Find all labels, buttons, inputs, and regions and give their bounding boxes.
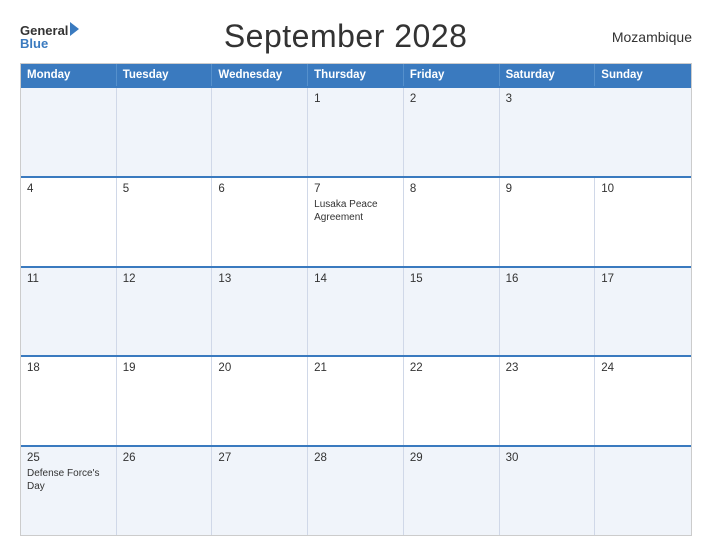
- calendar: Monday Tuesday Wednesday Thursday Friday…: [20, 63, 692, 536]
- weekday-friday: Friday: [404, 64, 500, 86]
- day-28: 28: [314, 452, 397, 464]
- page: General Blue September 2028 Mozambique M…: [0, 0, 712, 550]
- cell-w5-sun: [595, 447, 691, 535]
- day-11: 11: [27, 273, 110, 285]
- event-lusaka: Lusaka Peace Agreement: [314, 198, 397, 224]
- day-23: 23: [506, 362, 589, 374]
- day-13: 13: [218, 273, 301, 285]
- calendar-title: September 2028: [224, 18, 468, 55]
- cell-sep10: 10: [595, 178, 691, 266]
- weekday-thursday: Thursday: [308, 64, 404, 86]
- week-3: 11 12 13 14 15 16 17: [21, 266, 691, 356]
- cell-sep8: 8: [404, 178, 500, 266]
- week-1: 1 2 3: [21, 86, 691, 176]
- weekday-saturday: Saturday: [500, 64, 596, 86]
- cell-sep29: 29: [404, 447, 500, 535]
- cell-sep17: 17: [595, 268, 691, 356]
- day-8: 8: [410, 183, 493, 195]
- day-21: 21: [314, 362, 397, 374]
- day-7: 7: [314, 183, 397, 195]
- cell-sep12: 12: [117, 268, 213, 356]
- cell-w1-tue: [117, 88, 213, 176]
- cell-sep1: 1: [308, 88, 404, 176]
- day-3: 3: [506, 93, 590, 105]
- logo-triangle-icon: [70, 22, 79, 36]
- day-14: 14: [314, 273, 397, 285]
- day-22: 22: [410, 362, 493, 374]
- weekday-tuesday: Tuesday: [117, 64, 213, 86]
- cell-sep11: 11: [21, 268, 117, 356]
- day-6: 6: [218, 183, 301, 195]
- country-label: Mozambique: [612, 29, 692, 45]
- cell-sep26: 26: [117, 447, 213, 535]
- cell-sep2: 2: [404, 88, 500, 176]
- day-17: 17: [601, 273, 685, 285]
- cell-sep20: 20: [212, 357, 308, 445]
- cell-sep13: 13: [212, 268, 308, 356]
- cell-sep22: 22: [404, 357, 500, 445]
- logo: General Blue: [20, 24, 79, 50]
- day-18: 18: [27, 362, 110, 374]
- day-25: 25: [27, 452, 110, 464]
- day-4: 4: [27, 183, 110, 195]
- day-26: 26: [123, 452, 206, 464]
- week-4: 18 19 20 21 22 23 24: [21, 355, 691, 445]
- cell-sep23: 23: [500, 357, 596, 445]
- calendar-body: 1 2 3 4 5 6: [21, 86, 691, 535]
- logo-general-text: General: [20, 24, 68, 37]
- day-30: 30: [506, 452, 589, 464]
- cell-w1-mon: [21, 88, 117, 176]
- logo-blue-text: Blue: [20, 37, 48, 50]
- day-24: 24: [601, 362, 685, 374]
- day-12: 12: [123, 273, 206, 285]
- day-27: 27: [218, 452, 301, 464]
- day-9: 9: [506, 183, 589, 195]
- cell-sep25: 25 Defense Force's Day: [21, 447, 117, 535]
- cell-sep16: 16: [500, 268, 596, 356]
- day-2: 2: [410, 93, 493, 105]
- cell-sep19: 19: [117, 357, 213, 445]
- cell-sep6: 6: [212, 178, 308, 266]
- cell-sep9: 9: [500, 178, 596, 266]
- week-5: 25 Defense Force's Day 26 27 28 29 30: [21, 445, 691, 535]
- weekday-monday: Monday: [21, 64, 117, 86]
- weekday-wednesday: Wednesday: [212, 64, 308, 86]
- cell-sep27: 27: [212, 447, 308, 535]
- cell-sep15: 15: [404, 268, 500, 356]
- cell-sep4: 4: [21, 178, 117, 266]
- cell-sep7: 7 Lusaka Peace Agreement: [308, 178, 404, 266]
- day-1: 1: [314, 93, 397, 105]
- week-2: 4 5 6 7 Lusaka Peace Agreement 8 9: [21, 176, 691, 266]
- weekday-sunday: Sunday: [595, 64, 691, 86]
- day-19: 19: [123, 362, 206, 374]
- header: General Blue September 2028 Mozambique: [20, 18, 692, 55]
- day-15: 15: [410, 273, 493, 285]
- day-29: 29: [410, 452, 493, 464]
- cell-sep3: 3: [500, 88, 596, 176]
- cell-w1-wed: [212, 88, 308, 176]
- cell-sep24: 24: [595, 357, 691, 445]
- cell-sep30: 30: [500, 447, 596, 535]
- cell-sep14: 14: [308, 268, 404, 356]
- cell-sep28: 28: [308, 447, 404, 535]
- event-defense: Defense Force's Day: [27, 467, 110, 493]
- calendar-header-row: Monday Tuesday Wednesday Thursday Friday…: [21, 64, 691, 86]
- cell-sep18: 18: [21, 357, 117, 445]
- day-5: 5: [123, 183, 206, 195]
- cell-sep5: 5: [117, 178, 213, 266]
- day-10: 10: [601, 183, 685, 195]
- day-16: 16: [506, 273, 589, 285]
- cell-sep21: 21: [308, 357, 404, 445]
- day-20: 20: [218, 362, 301, 374]
